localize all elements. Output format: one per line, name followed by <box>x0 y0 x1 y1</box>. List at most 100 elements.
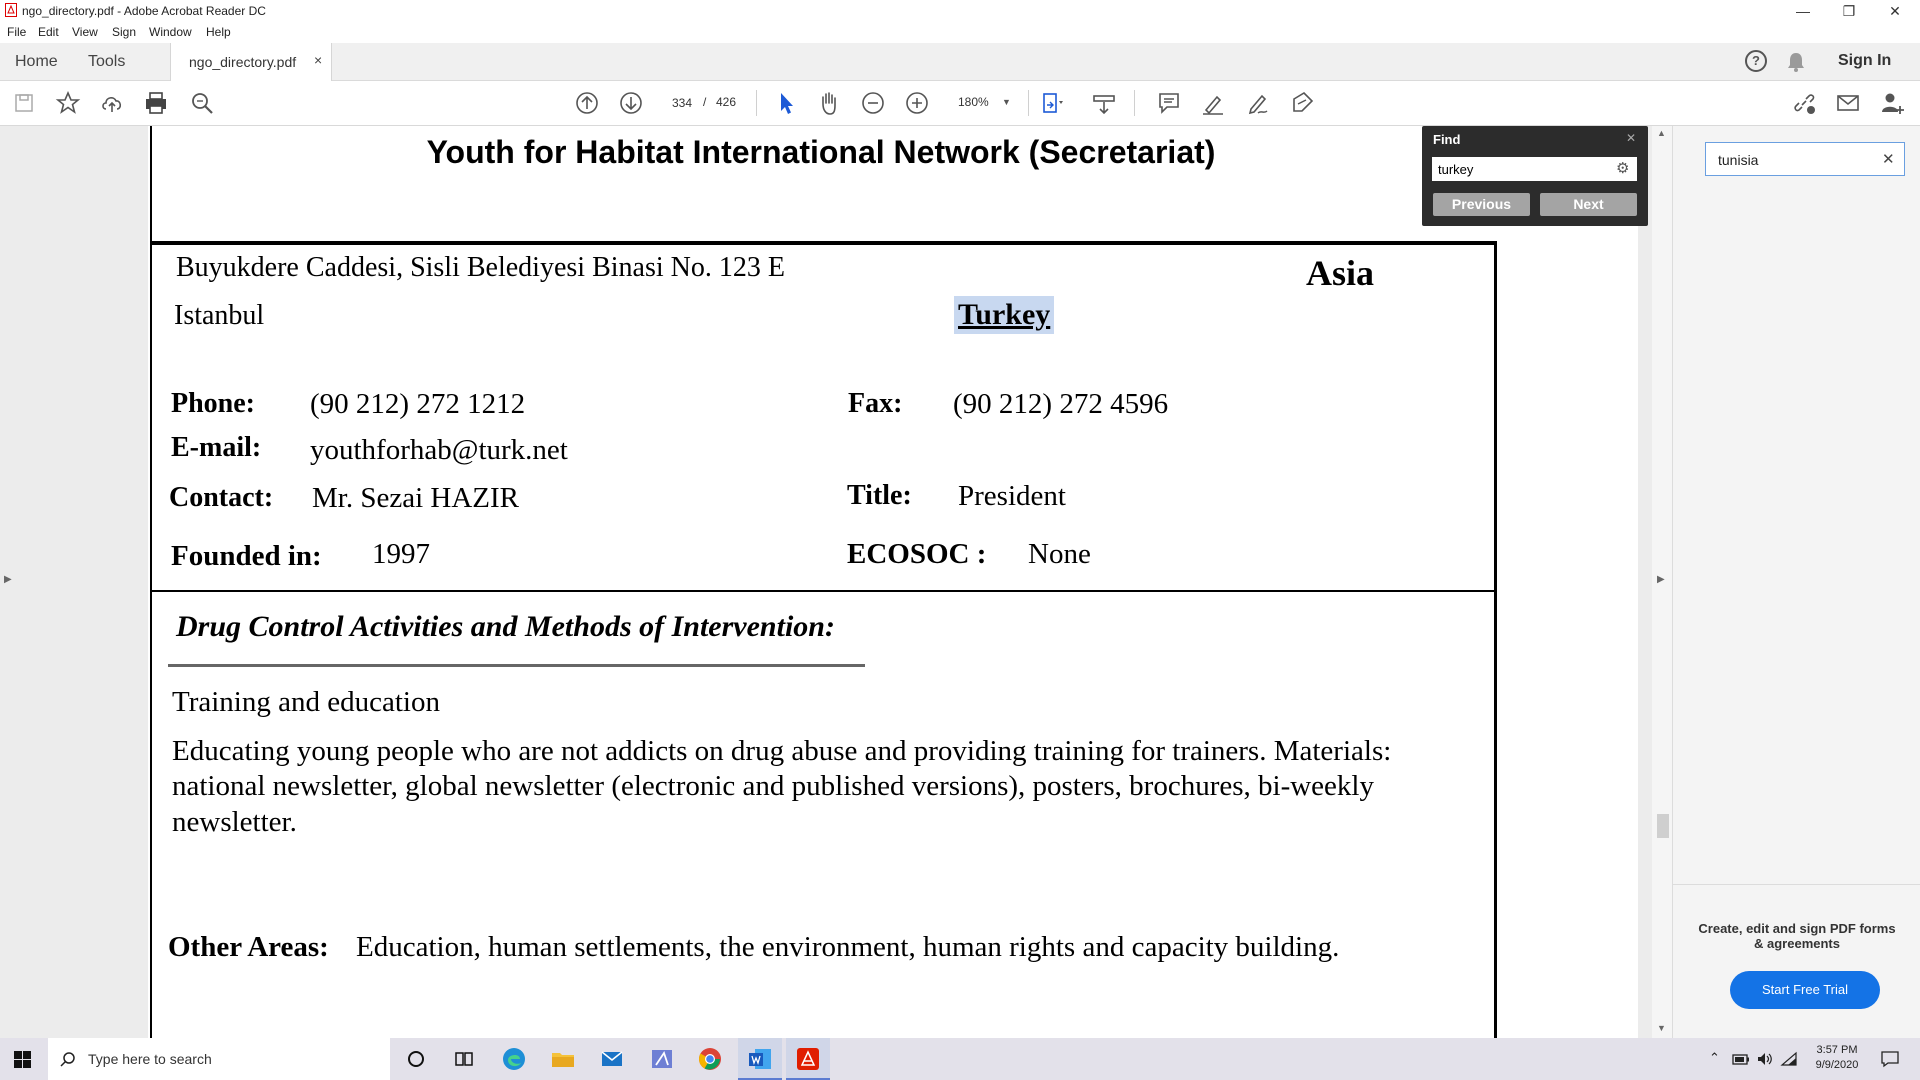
acrobat-reader-icon <box>797 1048 819 1070</box>
clock-time: 3:57 PM <box>1816 1044 1858 1056</box>
pdf-page: Youth for Habitat International Network … <box>148 126 1638 1038</box>
show-hidden-icons[interactable]: ⌃ <box>1709 1050 1720 1066</box>
ecosoc-label: ECOSOC : <box>847 538 987 570</box>
contact-label: Contact: <box>169 482 274 513</box>
page-fit-icon[interactable] <box>1038 89 1066 117</box>
acrobat-taskbar-slot[interactable] <box>786 1038 830 1080</box>
email-envelope-icon[interactable] <box>1834 89 1862 117</box>
find-previous-button[interactable]: Previous <box>1433 193 1530 216</box>
maximize-button[interactable]: ❐ <box>1826 0 1872 22</box>
left-panel-collapsed[interactable]: ▶ <box>0 126 18 1038</box>
ecosoc-value: None <box>1028 538 1091 570</box>
document-viewport[interactable]: Youth for Habitat International Network … <box>18 126 1652 1038</box>
total-pages: 426 <box>716 95 737 109</box>
search-icon <box>60 1052 75 1067</box>
volume-icon[interactable] <box>1756 1051 1774 1067</box>
organization-name: Youth for Habitat International Network … <box>426 134 1216 170</box>
tab-tools[interactable]: Tools <box>88 53 125 71</box>
wifi-icon[interactable] <box>1780 1051 1798 1067</box>
description-line: newsletter. <box>172 806 297 838</box>
sign-pen-icon[interactable] <box>1243 89 1271 117</box>
file-explorer-icon[interactable] <box>549 1045 577 1073</box>
taskbar-search-box[interactable]: Type here to search <box>48 1038 390 1080</box>
email-value: youthforhab@turk.net <box>310 434 568 466</box>
scroll-down-icon[interactable]: ▼ <box>1657 1023 1666 1033</box>
battery-icon[interactable] <box>1731 1051 1751 1067</box>
power-automate-icon[interactable] <box>648 1045 676 1073</box>
bell-icon[interactable] <box>1786 51 1806 73</box>
mail-icon[interactable] <box>598 1045 626 1073</box>
bookmark-star-icon[interactable] <box>54 89 82 117</box>
promo-text: Create, edit and sign PDF forms & agreem… <box>1698 921 1896 951</box>
word-taskbar-slot[interactable] <box>738 1038 782 1080</box>
upload-cloud-icon[interactable] <box>98 89 126 117</box>
scroll-up-icon[interactable]: ▲ <box>1657 128 1666 138</box>
hand-tool-icon[interactable] <box>815 89 843 117</box>
print-icon[interactable] <box>142 89 170 117</box>
highlight-pen-icon[interactable] <box>1199 89 1227 117</box>
toolbar: 334 / 426 180% ▼ <box>0 81 1920 126</box>
edge-browser-icon[interactable] <box>500 1045 528 1073</box>
close-window-button[interactable]: ✕ <box>1872 0 1918 22</box>
collapse-right-pane-icon[interactable]: ▶ <box>1657 574 1665 585</box>
document-tab-label: ngo_directory.pdf <box>189 54 297 70</box>
section-heading: Drug Control Activities and Methods of I… <box>176 610 835 643</box>
page-number-input[interactable]: 334 <box>662 91 702 115</box>
zoom-level-value: 180% <box>958 95 989 109</box>
find-next-button[interactable]: Next <box>1540 193 1637 216</box>
help-icon[interactable]: ? <box>1745 50 1767 72</box>
find-query: turkey <box>1438 162 1474 177</box>
page-left-border <box>150 126 152 1038</box>
clear-search-button[interactable]: ✕ <box>1882 150 1895 168</box>
expand-left-panel-icon[interactable]: ▶ <box>4 574 12 585</box>
menu-sign[interactable]: Sign <box>112 25 136 39</box>
find-close-button[interactable]: ✕ <box>1626 131 1636 145</box>
previous-page-icon[interactable] <box>573 89 601 117</box>
start-free-trial-button[interactable]: Start Free Trial <box>1730 971 1880 1009</box>
founded-label: Founded in: <box>171 540 322 572</box>
find-input[interactable]: turkey ⚙ <box>1432 157 1637 181</box>
menu-help[interactable]: Help <box>206 25 231 39</box>
add-user-icon[interactable] <box>1878 89 1906 117</box>
email-label: E-mail: <box>171 432 262 463</box>
chrome-browser-icon[interactable] <box>696 1045 724 1073</box>
windows-start-icon[interactable] <box>14 1051 31 1068</box>
share-link-icon[interactable] <box>1790 89 1818 117</box>
other-areas-value: Education, human settlements, the enviro… <box>356 931 1340 963</box>
toolbar-divider <box>756 90 757 116</box>
tools-search-input[interactable]: tunisia ✕ <box>1705 142 1905 176</box>
zoom-out-icon[interactable] <box>859 89 887 117</box>
pane-divider <box>1673 884 1920 885</box>
menu-view[interactable]: View <box>72 25 98 39</box>
select-cursor-icon[interactable] <box>772 89 800 117</box>
menu-file[interactable]: File <box>7 25 26 39</box>
gear-icon[interactable]: ⚙ <box>1616 159 1629 177</box>
comment-icon[interactable] <box>1155 89 1183 117</box>
cortana-icon[interactable] <box>402 1045 430 1073</box>
tab-document[interactable]: ngo_directory.pdf × <box>170 43 332 81</box>
scroll-mode-icon[interactable] <box>1090 89 1118 117</box>
task-view-icon[interactable] <box>450 1045 478 1073</box>
sign-in-link[interactable]: Sign In <box>1838 52 1891 70</box>
contact-value: Mr. Sezai HAZIR <box>312 482 519 514</box>
zoom-level-dropdown[interactable]: 180% ▼ <box>946 91 1014 113</box>
clock[interactable]: 3:57 PM 9/9/2020 <box>1810 1043 1864 1073</box>
fill-sign-icon[interactable] <box>1288 89 1316 117</box>
menu-window[interactable]: Window <box>149 25 192 39</box>
chevron-down-icon: ▼ <box>1002 97 1011 107</box>
phone-value: (90 212) 272 1212 <box>310 388 526 420</box>
tab-home[interactable]: Home <box>15 53 58 71</box>
notifications-icon[interactable] <box>1880 1050 1900 1068</box>
tab-bar: Home Tools ngo_directory.pdf × ? Sign In <box>0 43 1920 81</box>
next-page-icon[interactable] <box>617 89 645 117</box>
scroll-thumb[interactable] <box>1657 814 1669 838</box>
save-icon[interactable] <box>10 89 38 117</box>
minimize-button[interactable]: — <box>1780 0 1826 22</box>
toolbar-divider <box>1134 90 1135 116</box>
zoom-in-icon[interactable] <box>903 89 931 117</box>
close-tab-button[interactable]: × <box>314 52 322 68</box>
menu-edit[interactable]: Edit <box>38 25 59 39</box>
zoom-search-icon[interactable] <box>188 89 216 117</box>
page-separator: / <box>703 95 707 109</box>
title-value: President <box>958 480 1066 512</box>
